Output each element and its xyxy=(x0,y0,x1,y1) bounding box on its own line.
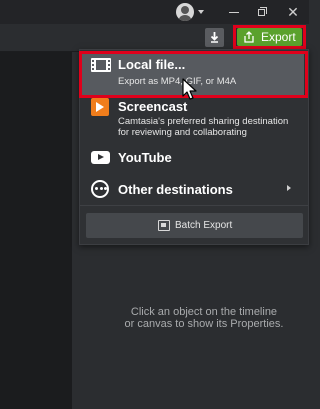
close-button[interactable]: ✕ xyxy=(283,2,303,22)
download-icon xyxy=(210,32,219,43)
batch-export-label: Batch Export xyxy=(175,220,233,231)
more-icon[interactable] xyxy=(91,180,109,198)
export-button-label: Export xyxy=(261,30,296,44)
batch-export-button[interactable]: Batch Export xyxy=(86,213,303,238)
chevron-right-icon[interactable] xyxy=(287,185,291,191)
menu-item-screencast-subtitle-2: for reviewing and collaborating xyxy=(118,127,247,138)
export-button[interactable]: Export xyxy=(237,28,302,46)
properties-hint-line2: or canvas to show its Properties. xyxy=(124,318,284,330)
app-window: ✕ Export Click an object on the timeline… xyxy=(0,0,309,409)
download-button[interactable] xyxy=(205,28,224,47)
menu-item-youtube-title[interactable]: YouTube xyxy=(118,150,172,165)
screencast-icon[interactable] xyxy=(91,98,109,116)
youtube-icon[interactable] xyxy=(91,151,110,164)
menu-item-screencast-subtitle-1: Camtasia's preferred sharing destination xyxy=(118,116,289,127)
canvas-panel[interactable] xyxy=(0,52,72,409)
properties-hint-line1: Click an object on the timeline xyxy=(130,306,278,318)
restore-icon xyxy=(258,9,265,16)
menu-item-other-destinations-title[interactable]: Other destinations xyxy=(118,182,233,197)
minimize-button[interactable] xyxy=(224,2,244,22)
menu-divider xyxy=(80,205,308,206)
menu-item-screencast-title[interactable]: Screencast xyxy=(118,99,187,114)
close-icon: ✕ xyxy=(287,4,299,20)
properties-hint: Click an object on the timeline or canva… xyxy=(104,306,304,330)
minimize-icon xyxy=(229,12,239,13)
batch-export-icon xyxy=(158,220,170,231)
mouse-cursor-icon xyxy=(182,78,197,100)
chevron-down-icon[interactable] xyxy=(198,10,204,14)
share-export-icon xyxy=(244,31,254,43)
restore-button[interactable] xyxy=(252,2,272,22)
title-bar: ✕ xyxy=(0,0,309,24)
avatar-icon[interactable] xyxy=(176,3,194,21)
